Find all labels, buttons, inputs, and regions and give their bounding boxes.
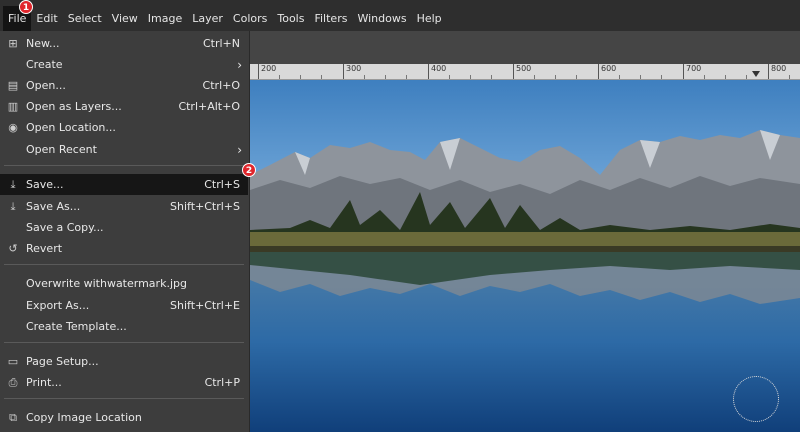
menu-help[interactable]: Help [412, 6, 447, 31]
menu-edit[interactable]: Edit [31, 6, 62, 31]
menu-colors[interactable]: Colors [228, 6, 272, 31]
revert-icon: ↺ [8, 242, 18, 255]
menu-item-new[interactable]: ⊞ New... Ctrl+N [0, 33, 248, 54]
open-icon: ▤ [7, 79, 19, 92]
menu-select[interactable]: Select [63, 6, 107, 31]
horizontal-ruler[interactable]: 200 300 400 500 600 700 800 [250, 64, 800, 80]
brush-cursor-outline [733, 376, 779, 422]
copy-icon: ⧉ [9, 410, 17, 424]
ruler-cursor-indicator [752, 71, 760, 77]
menu-item-save-a-copy[interactable]: Save a Copy... [0, 217, 248, 238]
menu-item-open-recent[interactable]: Open Recent › [0, 139, 248, 160]
menu-image[interactable]: Image [143, 6, 187, 31]
menu-item-open-location[interactable]: ◉ Open Location... [0, 117, 248, 138]
ruler-label: 500 [513, 64, 531, 79]
menu-windows[interactable]: Windows [352, 6, 411, 31]
canvas-image[interactable] [250, 80, 800, 432]
menu-separator [4, 342, 244, 343]
menu-separator [4, 398, 244, 399]
menu-item-open-as-layers[interactable]: ▥ Open as Layers... Ctrl+Alt+O [0, 96, 248, 117]
menu-separator [4, 165, 244, 166]
save-as-icon: ⤓ [10, 199, 16, 213]
menu-item-create[interactable]: Create › [0, 54, 248, 75]
menu-item-page-setup[interactable]: ▭ Page Setup... [0, 351, 248, 372]
landscape-photo [250, 80, 800, 432]
menu-tools[interactable]: Tools [272, 6, 309, 31]
menu-item-create-template[interactable]: Create Template... [0, 316, 248, 337]
file-menu-dropdown: ⊞ New... Ctrl+N Create › ▤ Open... Ctrl+… [0, 31, 256, 432]
page-setup-icon: ▭ [7, 355, 19, 368]
menu-item-print[interactable]: ⎙ Print... Ctrl+P [0, 372, 248, 393]
print-icon: ⎙ [8, 375, 18, 389]
ruler-label: 800 [768, 64, 786, 79]
menu-item-revert[interactable]: ↺ Revert [0, 238, 248, 259]
menu-item-copy-image-location[interactable]: ⧉ Copy Image Location [0, 407, 248, 428]
menu-item-export-as[interactable]: Export As... Shift+Ctrl+E [0, 295, 248, 316]
chevron-right-icon: › [237, 57, 242, 72]
menu-layer[interactable]: Layer [187, 6, 228, 31]
menu-item-save[interactable]: ⤓ Save... Ctrl+S 2 [0, 163, 256, 195]
open-layers-icon: ▥ [7, 100, 19, 113]
menu-filters[interactable]: Filters [309, 6, 352, 31]
menu-file[interactable]: File 1 [3, 0, 33, 31]
menu-item-save-as[interactable]: ⤓ Save As... Shift+Ctrl+S [0, 196, 248, 217]
location-icon: ◉ [8, 121, 18, 134]
menubar: File 1 Edit Select View Image Layer Colo… [0, 0, 800, 31]
ruler-label: 400 [428, 64, 446, 79]
ruler-label: 700 [683, 64, 701, 79]
menu-view[interactable]: View [107, 6, 143, 31]
save-icon: ⤓ [10, 177, 16, 191]
ruler-label: 300 [343, 64, 361, 79]
step-marker-2: 2 [242, 163, 256, 177]
menu-item-overwrite[interactable]: Overwrite withwatermark.jpg [0, 273, 248, 294]
menu-separator [4, 264, 244, 265]
new-document-icon: ⊞ [8, 37, 18, 50]
chevron-right-icon: › [237, 142, 242, 157]
ruler-label: 200 [258, 64, 276, 79]
menu-item-open[interactable]: ▤ Open... Ctrl+O [0, 75, 248, 96]
ruler-label: 600 [598, 64, 616, 79]
